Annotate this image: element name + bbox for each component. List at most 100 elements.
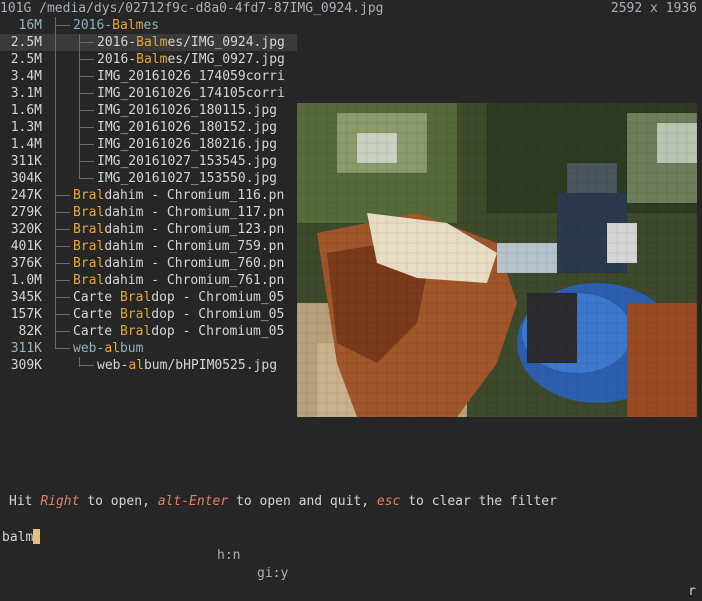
file-name: IMG_20161027_153545.jpg <box>97 153 277 170</box>
file-name-part: 2016- <box>73 18 113 33</box>
file-name-part: IMG_20161026_174059corri <box>97 69 285 84</box>
file-name-part: IMG_20161027_153550.jpg <box>97 171 278 186</box>
tree-branch <box>56 229 70 230</box>
filter-match: Bral <box>119 307 152 322</box>
file-name-part: 2016- <box>97 35 137 50</box>
tree-branch <box>80 178 94 179</box>
tree-branch <box>80 110 94 111</box>
file-row[interactable]: 2.5M 2016-Balmes/IMG_0927.jpg <box>0 51 702 68</box>
file-name: IMG_20161026_180216.jpg <box>97 136 277 153</box>
file-name-part: Carte <box>73 324 120 339</box>
file-name-part: web- <box>97 358 129 373</box>
filter-match: al <box>104 341 120 356</box>
tree-branch <box>80 365 94 366</box>
file-name: 2016-Balmes <box>73 17 159 34</box>
file-name: Carte Braldop - Chromium_05 <box>73 289 284 306</box>
file-name-part: IMG_20161026_180216.jpg <box>97 137 278 152</box>
file-size: 1.4M <box>10 137 42 152</box>
file-name-part: bum/bHPIM0525.jpg <box>143 358 278 373</box>
file-size: 247K <box>10 188 42 203</box>
file-name: 2016-Balmes/IMG_0927.jpg <box>97 51 285 68</box>
filter-match: Balm <box>136 35 168 50</box>
hidden-files-flag: h:n <box>217 548 241 563</box>
file-name: IMG_20161026_180152.jpg <box>97 119 277 136</box>
help-line: Hit Right to open, alt-Enter to open and… <box>0 492 702 512</box>
file-name-part: IMG_20161026_180115.jpg <box>97 103 278 118</box>
file-name-part: dop - Chromium_05 <box>151 290 285 305</box>
filter-match: Bral <box>73 205 105 220</box>
gitignore-flag: gi:y <box>257 566 289 581</box>
file-size: 309K <box>10 358 42 373</box>
file-row[interactable]: 3.1M IMG_20161026_174105corri <box>0 85 702 102</box>
file-row[interactable]: 3.4M IMG_20161026_174059corri <box>0 68 702 85</box>
file-name-part: es/IMG_0927.jpg <box>167 52 285 67</box>
file-name-part: dop - Chromium_05 <box>151 307 285 322</box>
tree-branch <box>80 144 94 145</box>
file-name-part: Carte <box>73 307 120 322</box>
file-name: IMG_20161026_174059corri <box>97 68 285 85</box>
file-name-part: 2016- <box>97 52 137 67</box>
file-name-part: dahim - Chromium_116.pn <box>104 188 285 203</box>
tree-branch <box>56 314 70 315</box>
tree-branch <box>56 195 70 196</box>
file-name: 2016-Balmes/IMG_0924.jpg <box>97 34 285 51</box>
file-name: IMG_20161026_180115.jpg <box>97 102 277 119</box>
image-preview <box>297 103 697 417</box>
file-row[interactable]: 2.5M 2016-Balmes/IMG_0924.jpg <box>0 34 702 51</box>
file-name: IMG_20161027_153550.jpg <box>97 170 277 187</box>
file-name-part: web- <box>73 341 105 356</box>
filter-input-text: balm <box>2 530 34 545</box>
file-name: Braldahim - Chromium_117.pn <box>73 204 284 221</box>
file-size: 401K <box>10 239 42 254</box>
file-size: 16M <box>18 18 42 33</box>
filter-match: Bral <box>119 324 152 339</box>
filter-match: Bral <box>119 290 152 305</box>
horse-photo-icon <box>297 103 697 417</box>
directory-row[interactable]: 16M 2016-Balmes <box>0 17 702 34</box>
file-size: 345K <box>10 290 42 305</box>
filter-match: Bral <box>73 239 105 254</box>
file-size: 3.1M <box>10 86 42 101</box>
file-name-part: bum <box>119 341 144 356</box>
file-size: 311K <box>10 341 42 356</box>
help-key-right: Right <box>40 494 80 509</box>
file-name-part: dahim - Chromium_759.pn <box>104 239 285 254</box>
tree-branch <box>56 246 70 247</box>
help-text: Hit <box>9 494 41 509</box>
tree-branch <box>80 76 94 77</box>
filter-match: al <box>128 358 144 373</box>
help-text: to open and quit, <box>228 494 377 509</box>
tree-branch <box>80 59 94 60</box>
file-name-part: Carte <box>73 290 120 305</box>
status-bar: balm h:n gi:y r <box>0 511 702 599</box>
file-name-part: dop - Chromium_05 <box>151 324 285 339</box>
file-name-part: dahim - Chromium_123.pn <box>104 222 285 237</box>
file-size: 1.3M <box>10 120 42 135</box>
filter-match: Balm <box>112 18 144 33</box>
file-name: Carte Braldop - Chromium_05 <box>73 306 284 323</box>
file-name-part: IMG_20161026_174105corri <box>97 86 285 101</box>
file-size: 3.4M <box>10 69 42 84</box>
image-dimensions: 2592 x 1936 <box>610 1 697 16</box>
filter-input[interactable]: balm <box>2 529 41 547</box>
file-name-part: dahim - Chromium_761.pn <box>104 273 285 288</box>
file-size: 376K <box>10 256 42 271</box>
filter-match: Balm <box>136 52 168 67</box>
text-cursor <box>33 529 41 544</box>
help-text: to clear the filter <box>400 494 557 509</box>
file-name-part: dahim - Chromium_760.pn <box>104 256 285 271</box>
help-text: to open, <box>79 494 158 509</box>
tree-branch <box>56 297 70 298</box>
file-size: 157K <box>10 307 42 322</box>
filter-match: Bral <box>73 188 105 203</box>
file-name: web-album/bHPIM0525.jpg <box>97 357 277 374</box>
help-key-esc: esc <box>376 494 401 509</box>
filter-match: Bral <box>73 256 105 271</box>
file-size: 82K <box>18 324 42 339</box>
file-size: 2.5M <box>10 35 42 50</box>
filter-match: Bral <box>73 273 105 288</box>
tree-branch <box>80 127 94 128</box>
tree-branch <box>80 93 94 94</box>
header-bar: 101G /media/dys/02712f9c-d8a0-4fd7-87IMG… <box>0 0 702 17</box>
tree-branch <box>56 263 70 264</box>
